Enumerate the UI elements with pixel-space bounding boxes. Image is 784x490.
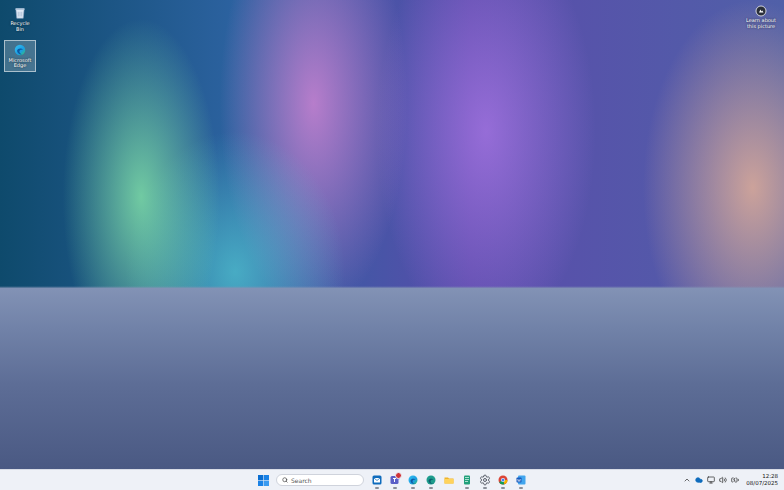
chevron-icon <box>683 476 691 484</box>
taskbar-app[interactable] <box>441 471 457 489</box>
volume-icon <box>719 476 727 484</box>
taskbar-app[interactable] <box>477 471 493 489</box>
system-tray: 12:2808/07/2025 <box>683 473 784 487</box>
display-icon <box>707 476 715 484</box>
running-indicator <box>519 487 523 489</box>
taskbar-app[interactable] <box>405 471 421 489</box>
taskbar-app[interactable] <box>513 471 529 489</box>
clock-date: 08/07/2025 <box>746 480 778 487</box>
taskbar: Search 12:2808/07/2025 <box>0 469 784 490</box>
taskbar-app[interactable] <box>459 471 475 489</box>
word-icon <box>515 474 527 486</box>
tray-item[interactable] <box>683 476 691 484</box>
spotlight-label: Learn about this picture <box>742 18 780 30</box>
desktop-shortcut[interactable]: Recycle Bin <box>4 3 36 36</box>
search-field[interactable]: Search <box>276 474 364 486</box>
clock[interactable]: 12:2808/07/2025 <box>743 473 778 487</box>
search-icon <box>282 477 288 483</box>
file-explorer-icon <box>443 474 455 486</box>
desktop: Recycle Bin Microsoft Edge Learn about thi… <box>0 0 784 469</box>
desktop-icons: Recycle Bin Microsoft Edge <box>4 3 36 72</box>
tray-item[interactable] <box>707 476 715 484</box>
shortcut-label: Microsoft Edge <box>6 58 34 70</box>
tray-item[interactable] <box>719 476 727 484</box>
clock-time: 12:28 <box>762 473 778 480</box>
spotlight-icon <box>755 5 767 17</box>
settings-icon <box>479 474 491 486</box>
running-indicator <box>501 487 505 489</box>
running-indicator <box>393 487 397 489</box>
edge-icon <box>407 474 419 486</box>
desktop-shortcut[interactable]: Microsoft Edge <box>4 40 36 73</box>
tray-item[interactable] <box>695 476 703 484</box>
taskbar-app[interactable] <box>369 471 385 489</box>
edge-icon <box>13 43 27 57</box>
running-indicator <box>429 487 433 489</box>
shortcut-label: Recycle Bin <box>6 21 34 33</box>
notepad-icon <box>461 474 473 486</box>
desktop-screen: Recycle Bin Microsoft Edge Learn about thi… <box>0 0 784 490</box>
taskbar-app[interactable] <box>495 471 511 489</box>
notification-badge <box>395 472 402 479</box>
recycle-bin-icon <box>13 6 27 20</box>
outlook-icon <box>371 474 383 486</box>
running-indicator <box>375 487 379 489</box>
search-placeholder: Search <box>291 477 312 484</box>
running-indicator <box>465 487 469 489</box>
taskbar-app[interactable] <box>387 471 403 489</box>
taskbar-app[interactable] <box>423 471 439 489</box>
taskbar-center: Search <box>255 471 529 489</box>
windows-logo-icon <box>258 475 269 486</box>
start-button[interactable] <box>255 471 271 489</box>
onedrive-icon <box>695 476 703 484</box>
chrome-icon <box>497 474 509 486</box>
spotlight-shortcut[interactable]: Learn about this picture <box>742 3 780 32</box>
tray-item[interactable] <box>731 476 739 484</box>
running-indicator <box>483 487 487 489</box>
edge-beta-icon <box>425 474 437 486</box>
battery-icon <box>731 476 739 484</box>
running-indicator <box>411 487 415 489</box>
